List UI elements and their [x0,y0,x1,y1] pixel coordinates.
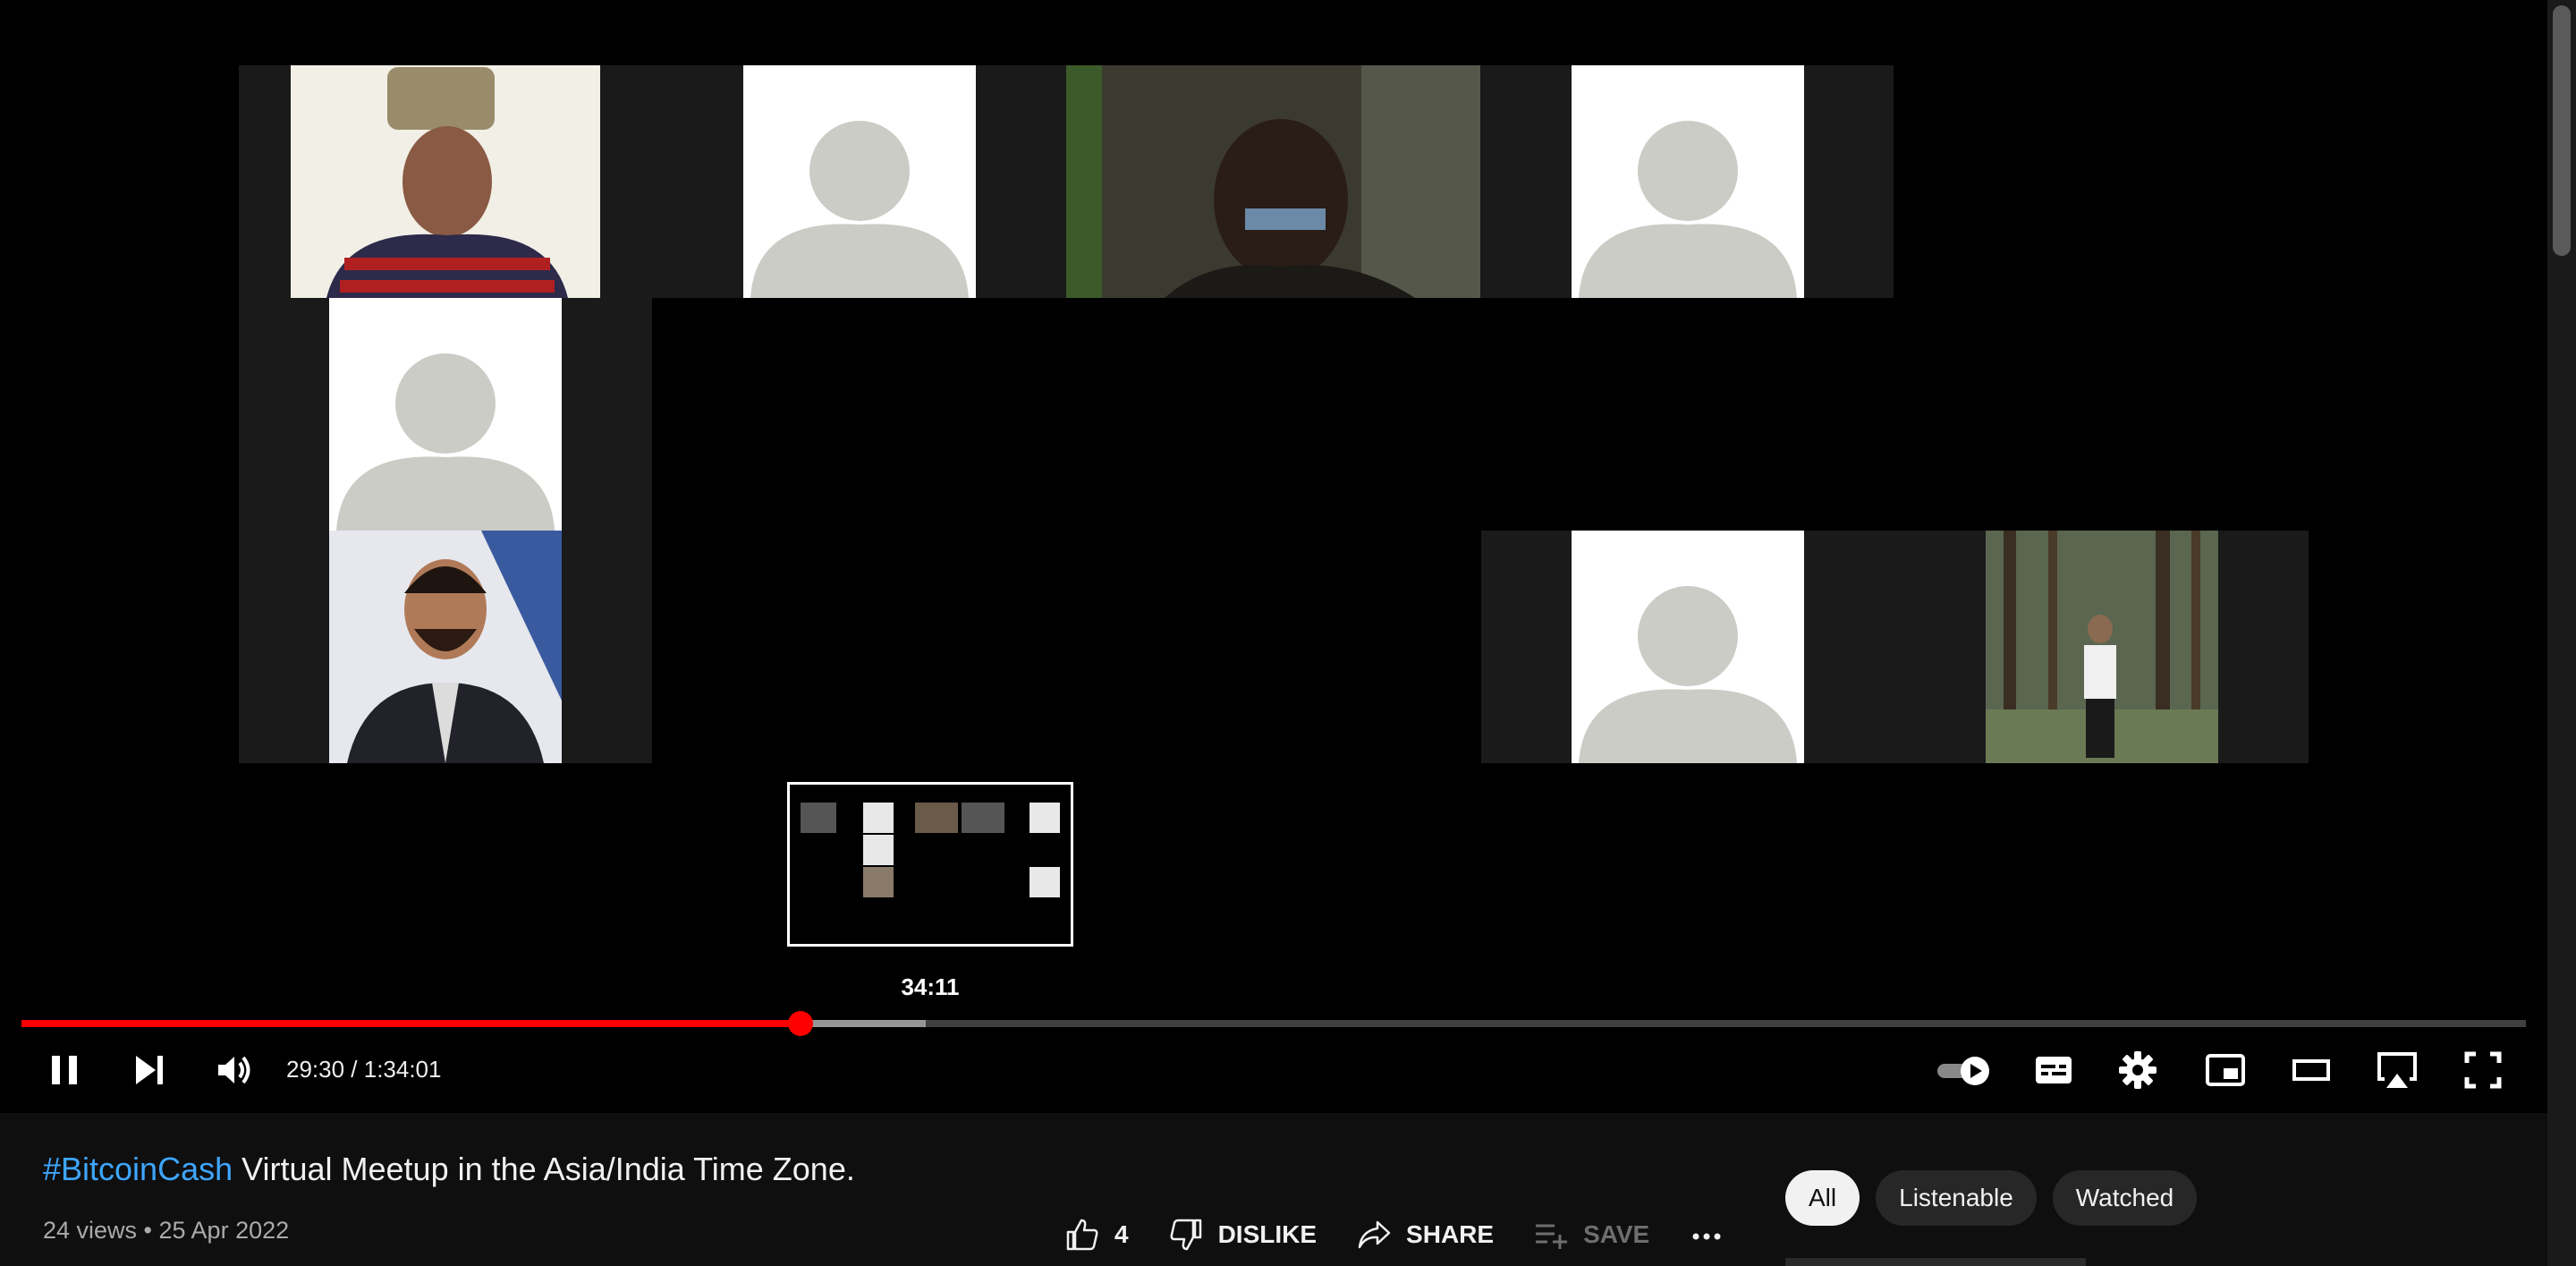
scrubber-handle[interactable] [787,1011,813,1036]
participant-video [291,65,600,298]
like-count: 4 [1114,1220,1129,1248]
thumbs-down-icon [1170,1219,1201,1251]
more-actions-button[interactable] [1689,1217,1739,1253]
page-scrollbar[interactable] [2547,0,2576,1266]
participant-video [329,531,562,763]
video-title-text: Virtual Meetup in the Asia/India Time Zo… [233,1151,855,1187]
save-label: SAVE [1583,1220,1650,1248]
participant-avatar [1572,65,1804,298]
dislike-button[interactable]: DISLIKE [1168,1217,1317,1253]
subtitles-button[interactable] [2029,1047,2079,1093]
settings-icon [2119,1051,2157,1089]
fullscreen-icon [2464,1051,2502,1089]
dislike-label: DISLIKE [1217,1220,1318,1248]
scrollbar-thumb[interactable] [2553,5,2571,256]
player-controls: 29:30 / 1:34:01 [0,1038,2547,1102]
theater-mode-button[interactable] [2286,1047,2336,1093]
hashtag-link[interactable]: #BitcoinCash [43,1151,233,1187]
settings-button[interactable] [2113,1047,2163,1093]
played-bar [21,1020,801,1027]
pause-icon [52,1056,77,1084]
theater-mode-icon [2292,1059,2330,1081]
miniplayer-icon [2206,1054,2245,1086]
preview-timestamp: 34:11 [901,973,960,1000]
pause-button[interactable] [39,1047,89,1093]
share-label: SHARE [1406,1220,1495,1248]
video-actions: 4 DISLIKE SHARE SAVE [1064,1213,1778,1256]
autoplay-toggle-icon [1937,1057,1989,1085]
like-button[interactable]: 4 [1064,1217,1129,1253]
playlist-add-icon [1536,1224,1568,1249]
airplay-button[interactable] [2372,1047,2422,1093]
recommendation-filter-chips: All Listenable Watched [1785,1170,2213,1226]
video-title: #BitcoinCash Virtual Meetup in the Asia/… [43,1151,855,1188]
chip-listenable[interactable]: Listenable [1876,1170,2037,1226]
volume-icon [218,1056,250,1084]
recommended-video-thumbnail[interactable] [1785,1258,2086,1266]
subtitles-icon [2036,1057,2072,1083]
fullscreen-button[interactable] [2458,1047,2508,1093]
share-button[interactable]: SHARE [1356,1217,1494,1253]
chip-all[interactable]: All [1785,1170,1860,1226]
participant-video [1066,65,1480,298]
scrub-preview-thumbnail [787,782,1073,947]
participant-avatar [329,298,562,531]
volume-button[interactable] [209,1047,259,1093]
chip-watched[interactable]: Watched [2052,1170,2198,1226]
time-display: 29:30 / 1:34:01 [286,1056,442,1083]
more-horizontal-icon [1692,1233,1721,1240]
share-icon [1358,1220,1391,1249]
miniplayer-button[interactable] [2200,1047,2250,1093]
participant-avatar [1572,531,1804,763]
next-button[interactable] [125,1047,175,1093]
airplay-icon [2377,1052,2417,1088]
participant-avatar [743,65,976,298]
autoplay-toggle[interactable] [1936,1047,1993,1093]
participant-video [1986,531,2218,763]
save-button[interactable]: SAVE [1533,1217,1649,1253]
video-player[interactable]: 34:11 29:30 / 1:34:01 [0,0,2547,1113]
progress-bar[interactable] [21,1011,2526,1036]
next-icon [136,1056,163,1084]
thumbs-up-icon [1066,1219,1098,1251]
video-meta: 24 views • 25 Apr 2022 [43,1217,290,1244]
